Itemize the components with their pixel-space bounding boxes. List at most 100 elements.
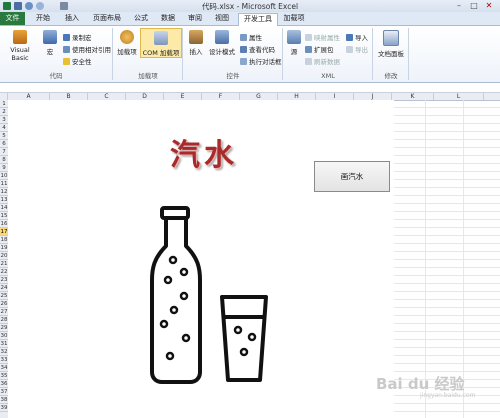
map-properties-button[interactable]: 映射属性 xyxy=(305,32,340,42)
column-header-l[interactable]: L xyxy=(434,93,484,100)
column-header-j[interactable]: J xyxy=(354,93,392,100)
record-macro-button[interactable]: 录制宏 xyxy=(63,32,92,42)
tab-home[interactable]: 开始 xyxy=(30,13,56,24)
visual-basic-button[interactable]: Visual Basic xyxy=(2,30,38,62)
row-header-10[interactable]: 10 xyxy=(0,172,8,180)
row-header-26[interactable]: 26 xyxy=(0,300,8,308)
row-header-34[interactable]: 34 xyxy=(0,364,8,372)
export-icon xyxy=(346,46,353,53)
tab-view[interactable]: 视图 xyxy=(210,13,234,24)
xml-source-button[interactable]: 源 xyxy=(286,30,302,56)
column-header-k[interactable]: K xyxy=(392,93,434,100)
row-header-35[interactable]: 35 xyxy=(0,372,8,380)
row-header-2[interactable]: 2 xyxy=(0,108,8,116)
draw-soda-button[interactable]: 画汽水 xyxy=(314,161,390,192)
tab-developer[interactable]: 开发工具 xyxy=(238,13,278,26)
tab-data[interactable]: 数据 xyxy=(156,13,180,24)
column-header-c[interactable]: C xyxy=(88,93,126,100)
row-header-16[interactable]: 16 xyxy=(0,220,8,228)
row-header-5[interactable]: 5 xyxy=(0,132,8,140)
group-modify: 文档面板 修改 xyxy=(374,28,409,80)
relative-reference-button[interactable]: 使用相对引用 xyxy=(63,44,111,54)
row-header-20[interactable]: 20 xyxy=(0,252,8,260)
maximize-button[interactable]: □ xyxy=(467,1,481,10)
view-code-icon xyxy=(240,46,247,53)
column-header-a[interactable]: A xyxy=(8,93,50,100)
macros-button[interactable]: 宏 xyxy=(40,30,60,56)
row-header-38[interactable]: 38 xyxy=(0,396,8,404)
column-header-h[interactable]: H xyxy=(278,93,316,100)
row-header-18[interactable]: 18 xyxy=(0,236,8,244)
com-addins-button[interactable]: COM 加载项 xyxy=(140,28,182,58)
row-header-3[interactable]: 3 xyxy=(0,116,8,124)
row-header-31[interactable]: 31 xyxy=(0,340,8,348)
column-header-f[interactable]: F xyxy=(202,93,240,100)
run-dialog-button[interactable]: 执行对话框 xyxy=(240,56,282,66)
bottle-icon xyxy=(150,206,202,384)
formula-bar[interactable] xyxy=(0,83,500,93)
row-header-23[interactable]: 23 xyxy=(0,276,8,284)
run-dialog-icon xyxy=(240,58,247,65)
row-header-36[interactable]: 36 xyxy=(0,380,8,388)
sheet-heading-wordart[interactable]: 汽水 xyxy=(170,130,238,174)
row-header-7[interactable]: 7 xyxy=(0,148,8,156)
soda-illustration[interactable] xyxy=(140,200,280,385)
insert-control-button[interactable]: 插入 xyxy=(186,30,206,56)
row-header-25[interactable]: 25 xyxy=(0,292,8,300)
minimize-button[interactable]: – xyxy=(452,1,466,10)
row-header-6[interactable]: 6 xyxy=(0,140,8,148)
row-header-37[interactable]: 37 xyxy=(0,388,8,396)
design-mode-icon xyxy=(215,30,229,44)
row-header-27[interactable]: 27 xyxy=(0,308,8,316)
tab-formulas[interactable]: 公式 xyxy=(129,13,153,24)
import-button[interactable]: 导入 xyxy=(346,32,368,42)
expansion-packs-button[interactable]: 扩展包 xyxy=(305,44,334,54)
design-mode-button[interactable]: 设计模式 xyxy=(207,30,237,56)
row-header-21[interactable]: 21 xyxy=(0,260,8,268)
column-header-e[interactable]: E xyxy=(164,93,202,100)
row-header-33[interactable]: 33 xyxy=(0,356,8,364)
tab-addins[interactable]: 加载项 xyxy=(279,13,309,24)
column-header-g[interactable]: G xyxy=(240,93,278,100)
row-header-19[interactable]: 19 xyxy=(0,244,8,252)
row-header-30[interactable]: 30 xyxy=(0,332,8,340)
row-header-1[interactable]: 1 xyxy=(0,100,8,108)
row-header-4[interactable]: 4 xyxy=(0,124,8,132)
import-icon xyxy=(346,34,353,41)
addins-button[interactable]: 加载项 xyxy=(116,30,138,56)
document-panel-icon xyxy=(383,30,399,46)
macro-security-button[interactable]: 安全性 xyxy=(63,56,92,66)
select-all-corner[interactable] xyxy=(0,93,8,100)
export-button[interactable]: 导出 xyxy=(346,44,368,54)
column-header-i[interactable]: I xyxy=(316,93,354,100)
row-header-14[interactable]: 14 xyxy=(0,204,8,212)
row-header-13[interactable]: 13 xyxy=(0,196,8,204)
row-header-12[interactable]: 12 xyxy=(0,188,8,196)
close-button[interactable]: ✕ xyxy=(482,1,496,10)
tab-review[interactable]: 审阅 xyxy=(183,13,207,24)
document-panel-button[interactable]: 文档面板 xyxy=(376,30,406,58)
row-header-8[interactable]: 8 xyxy=(0,156,8,164)
column-header-b[interactable]: B xyxy=(50,93,88,100)
row-header-15[interactable]: 15 xyxy=(0,212,8,220)
properties-button[interactable]: 属性 xyxy=(240,32,262,42)
row-header-17[interactable]: 17 xyxy=(0,228,8,236)
tab-insert[interactable]: 插入 xyxy=(59,13,85,24)
column-header-d[interactable]: D xyxy=(126,93,164,100)
row-header-9[interactable]: 9 xyxy=(0,164,8,172)
tab-file[interactable]: 文件 xyxy=(0,12,25,25)
ribbon-developer: Visual Basic 宏 录制宏 使用相对引用 安全性 代码 加载项 COM… xyxy=(0,26,500,83)
properties-icon xyxy=(240,34,247,41)
row-header-24[interactable]: 24 xyxy=(0,284,8,292)
refresh-icon xyxy=(305,58,312,65)
row-header-11[interactable]: 11 xyxy=(0,180,8,188)
view-code-button[interactable]: 查看代码 xyxy=(240,44,275,54)
row-header-29[interactable]: 29 xyxy=(0,324,8,332)
row-header-28[interactable]: 28 xyxy=(0,316,8,324)
row-header-32[interactable]: 32 xyxy=(0,348,8,356)
toolbox-icon xyxy=(189,30,203,44)
refresh-data-button[interactable]: 刷新数据 xyxy=(305,56,340,66)
row-header-22[interactable]: 22 xyxy=(0,268,8,276)
tab-page-layout[interactable]: 页面布局 xyxy=(88,13,126,24)
row-header-39[interactable]: 39 xyxy=(0,404,8,412)
